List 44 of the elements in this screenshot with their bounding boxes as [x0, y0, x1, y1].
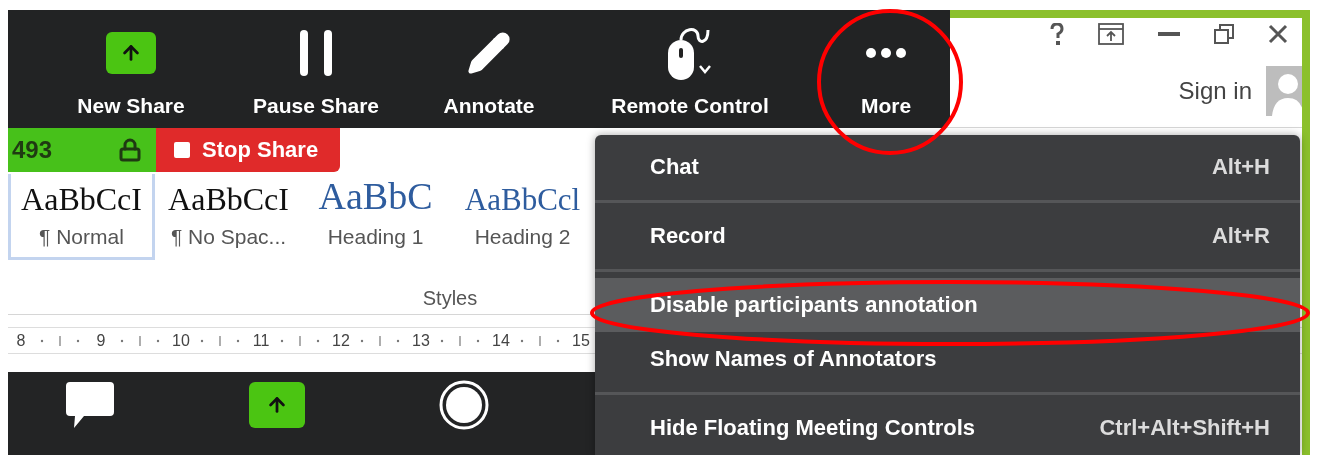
- menu-item-label: Hide Floating Meeting Controls: [650, 415, 976, 441]
- menu-item[interactable]: Hide Floating Meeting Controls Ctrl+Alt+Shift+H: [595, 401, 1300, 455]
- ruler-number: 8: [15, 331, 27, 350]
- menu-item[interactable]: Show Names of Annotators: [595, 332, 1300, 386]
- shortcut-label: Alt+R: [1211, 223, 1270, 249]
- ruler-number: 15: [571, 331, 591, 350]
- stop-square-icon: [174, 142, 190, 158]
- ruler-number: 11: [251, 331, 271, 350]
- shortcut-label: Alt+H: [1211, 154, 1270, 180]
- meeting-id: 493: [12, 136, 53, 164]
- toolbar-button[interactable]: Pause Share: [204, 10, 428, 128]
- stop-share-button[interactable]: Stop Share: [156, 128, 340, 172]
- close-icon[interactable]: [1268, 24, 1288, 44]
- toolbar-button[interactable]: More: [830, 10, 942, 128]
- record-icon: [439, 380, 489, 430]
- shortcut-label: Ctrl+Alt+Shift+H: [1099, 415, 1270, 441]
- sign-in-link[interactable]: Sign in: [1178, 77, 1252, 105]
- ruler-number: 14: [491, 331, 511, 350]
- restore-icon[interactable]: [1214, 24, 1234, 44]
- menu-item-label: Record: [650, 223, 726, 249]
- toolbar-button[interactable]: Annotate: [428, 10, 550, 128]
- menu-item-label: Show Names of Annotators: [650, 346, 937, 372]
- pencil-icon: [466, 30, 512, 76]
- group-label: Styles: [422, 288, 478, 311]
- toolbar-button[interactable]: Remote Control: [550, 10, 830, 128]
- ruler-number: 12: [331, 331, 351, 350]
- style-option[interactable]: AaBbC Heading 1: [302, 174, 449, 260]
- menu-item[interactable]: Record Alt+R: [595, 209, 1300, 263]
- style-option[interactable]: AaBbCcI ¶ No Spac...: [155, 174, 302, 260]
- chat-bubble-icon: [64, 380, 116, 430]
- ruler-number: 10: [171, 331, 191, 350]
- menu-item[interactable]: Disable participants annotation: [595, 278, 1300, 332]
- ruler-number: 13: [411, 331, 431, 350]
- more-icon: [866, 48, 906, 58]
- ruler-number: 9: [95, 331, 107, 350]
- menu-item-label: Disable participants annotation: [650, 292, 978, 318]
- ribbon-display-icon[interactable]: [1098, 23, 1124, 45]
- toolbar-button[interactable]: New Share: [58, 10, 204, 128]
- lock-icon: [118, 138, 142, 162]
- style-option[interactable]: AaBbCcl Heading 2: [449, 174, 596, 260]
- menu-item-label: Chat: [650, 154, 699, 180]
- menu-item[interactable]: Chat Alt+H: [595, 140, 1300, 194]
- meeting-control-button[interactable]: [249, 380, 305, 430]
- help-icon[interactable]: [1050, 23, 1064, 45]
